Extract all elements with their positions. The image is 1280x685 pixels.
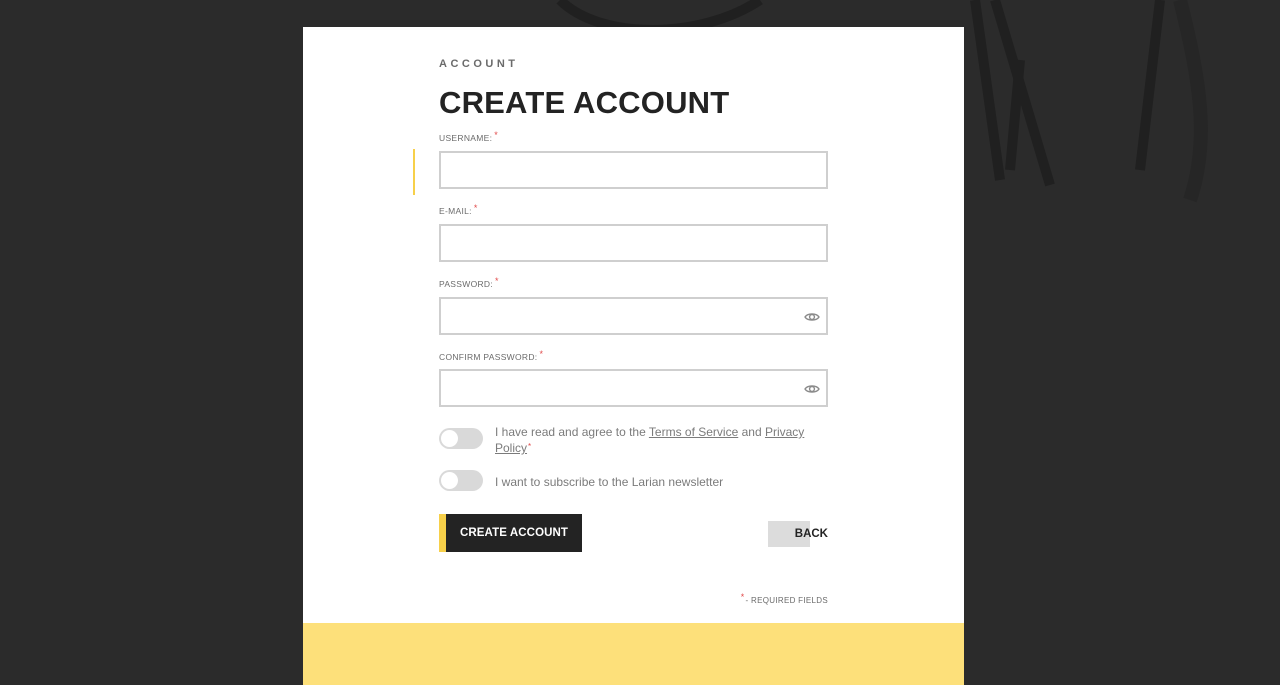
password-input[interactable] (441, 299, 826, 333)
back-button[interactable]: BACK (768, 521, 828, 547)
username-label: USERNAME: * (439, 130, 499, 143)
password-label-text: PASSWORD: (439, 279, 494, 289)
terms-toggle[interactable] (439, 428, 483, 449)
page-title: CREATE ACCOUNT (439, 85, 730, 120)
newsletter-toggle[interactable] (439, 470, 483, 491)
required-marker: * (494, 130, 499, 140)
password-label: PASSWORD: * (439, 276, 499, 289)
password-field[interactable] (439, 297, 828, 335)
email-input[interactable] (441, 226, 826, 260)
username-input[interactable] (441, 153, 826, 187)
required-fields-note: *- REQUIRED FIELDS (740, 592, 828, 605)
required-fields-text: - REQUIRED FIELDS (745, 596, 828, 605)
username-field[interactable] (439, 151, 828, 189)
terms-prefix: I have read and agree to the (495, 425, 649, 439)
required-marker: * (539, 349, 544, 359)
confirm-password-input[interactable] (441, 371, 826, 405)
toggle-knob (441, 472, 458, 489)
confirm-password-label-text: CONFIRM PASSWORD: (439, 352, 538, 362)
card-footer-band (303, 623, 964, 685)
email-field[interactable] (439, 224, 828, 262)
required-marker: * (740, 592, 745, 602)
section-eyebrow: ACCOUNT (439, 58, 519, 70)
email-label-text: E-MAIL: (439, 206, 472, 216)
username-label-text: USERNAME: (439, 133, 493, 143)
create-account-card: ACCOUNT CREATE ACCOUNT USERNAME: * E-MAIL… (303, 27, 964, 685)
confirm-password-label: CONFIRM PASSWORD: * (439, 349, 544, 362)
back-button-label: BACK (794, 528, 828, 540)
terms-text: I have read and agree to the Terms of Se… (495, 424, 815, 458)
eye-icon[interactable] (804, 381, 820, 397)
terms-middle: and (738, 425, 765, 439)
create-account-button[interactable]: CREATE ACCOUNT (439, 514, 582, 552)
eye-icon[interactable] (804, 309, 820, 325)
email-label: E-MAIL: * (439, 203, 478, 216)
focus-accent-line (413, 149, 415, 195)
terms-of-service-link[interactable]: Terms of Service (649, 425, 738, 439)
confirm-password-field[interactable] (439, 369, 828, 407)
required-marker: * (473, 203, 478, 213)
toggle-knob (441, 430, 458, 447)
required-marker: * (495, 276, 499, 286)
newsletter-text: I want to subscribe to the Larian newsle… (495, 475, 724, 489)
required-marker: * (528, 442, 532, 451)
